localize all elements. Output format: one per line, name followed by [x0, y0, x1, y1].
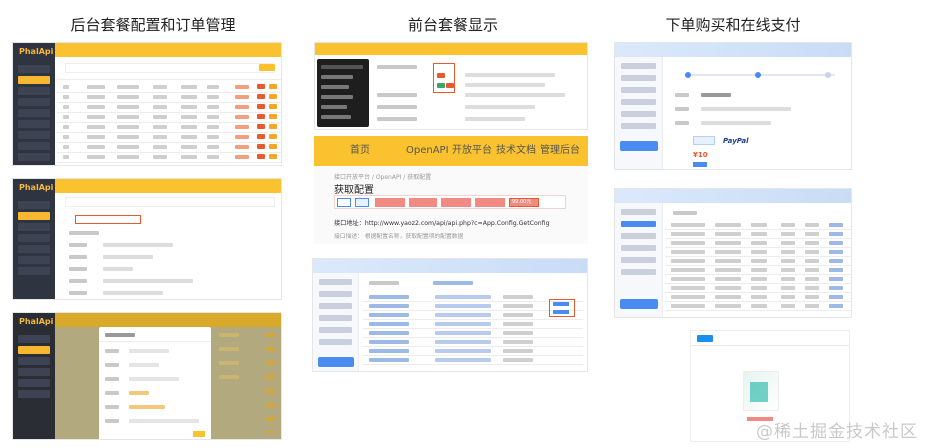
- user-center-header: [313, 259, 587, 273]
- admin-package-list-screenshot: PhalApi: [12, 42, 282, 166]
- table-row: [665, 293, 851, 302]
- front-topbar: [315, 43, 587, 55]
- table-row: [363, 338, 583, 347]
- pay-order-list-screenshot: [614, 188, 852, 318]
- front-breadcrumb: 接口开放平台 / OpenAPI / 获取配置: [334, 174, 432, 181]
- front-description: 接口描述： 根据配置名称，获取配置项的配置数据: [334, 234, 464, 240]
- row-action-button[interactable]: [269, 124, 277, 129]
- row-action-button[interactable]: [269, 94, 277, 99]
- nav-open-platform[interactable]: 开放平台: [452, 136, 492, 166]
- row-action-button[interactable]: [269, 104, 277, 109]
- table-row: [665, 302, 851, 311]
- front-package-detail-screenshot: 首页 OpenAPI 开放平台 技术文档 管理后台 接口开放平台 / OpenA…: [314, 136, 588, 244]
- column-title-pay: 下单购买和在线支付: [665, 16, 801, 34]
- table-row: [665, 266, 851, 275]
- table-row: [57, 113, 281, 123]
- row-action-button[interactable]: [257, 104, 265, 109]
- front-dark-menu: [317, 59, 369, 127]
- admin-logo-2: PhalApi: [19, 183, 54, 192]
- row-action-button[interactable]: [257, 94, 265, 99]
- row-action-button[interactable]: [257, 124, 265, 129]
- pay-amount: ¥10: [693, 151, 708, 159]
- pay-header: [615, 43, 851, 57]
- table-row: [57, 103, 281, 113]
- front-address: 接口地址：http://www.yaoz2.com/api/api.php?c=…: [334, 220, 550, 227]
- row-action-button[interactable]: [269, 134, 277, 139]
- table-row: [363, 320, 583, 329]
- row-action-button[interactable]: [269, 84, 277, 89]
- table-row: [363, 329, 583, 338]
- nav-openapi[interactable]: OpenAPI: [406, 136, 449, 166]
- table-row: [363, 347, 583, 356]
- row-action-button[interactable]: [269, 144, 277, 149]
- table-row: [57, 93, 281, 103]
- pay-order-screenshot: PayPal ¥10: [614, 42, 852, 170]
- table-row: [665, 248, 851, 257]
- table-row: [665, 284, 851, 293]
- admin-modal-screenshot: PhalApi: [12, 312, 282, 440]
- table-row: [665, 239, 851, 248]
- table-row: [665, 230, 851, 239]
- row-action-button[interactable]: [269, 114, 277, 119]
- alipay-logo: [697, 335, 713, 342]
- pay-sidebar: [615, 57, 663, 169]
- front-heading: 获取配置: [334, 185, 374, 196]
- table-row: [665, 275, 851, 284]
- admin-sidebar-2: PhalApi: [13, 179, 55, 299]
- table-row: [57, 123, 281, 133]
- alipay-option[interactable]: [693, 136, 715, 145]
- front-api-list-screenshot: [314, 42, 588, 130]
- price-tag: 99.00元: [512, 199, 532, 205]
- orders-header: [615, 189, 851, 203]
- watermark: @稀土掘金技术社区: [756, 422, 918, 442]
- nav-admin[interactable]: 管理后台: [540, 136, 580, 166]
- admin-sidebar: PhalApi: [13, 43, 55, 165]
- table-row: [665, 257, 851, 266]
- row-action-button[interactable]: [257, 114, 265, 119]
- admin-sidebar-3: PhalApi: [13, 313, 55, 439]
- user-center-sidebar: [313, 273, 359, 371]
- admin-logo: PhalApi: [19, 47, 54, 56]
- row-action-button[interactable]: [269, 154, 277, 159]
- row-action-button[interactable]: [257, 154, 265, 159]
- front-user-center-screenshot: [312, 258, 588, 372]
- table-row: [57, 153, 281, 163]
- table-row: [665, 221, 851, 230]
- orders-sidebar: [615, 203, 663, 317]
- admin-edit-form-screenshot: PhalApi: [12, 178, 282, 300]
- row-action-button[interactable]: [257, 84, 265, 89]
- table-row: [57, 143, 281, 153]
- paypal-option[interactable]: PayPal: [723, 137, 749, 145]
- nav-home[interactable]: 首页: [350, 136, 370, 166]
- qr-code: [743, 371, 779, 411]
- column-title-front: 前台套餐显示: [407, 16, 498, 34]
- column-title-admin: 后台套餐配置和订单管理: [70, 16, 236, 34]
- admin-logo-3: PhalApi: [19, 317, 54, 326]
- table-row: [363, 356, 583, 365]
- admin-modal: [99, 327, 211, 439]
- nav-tech-docs[interactable]: 技术文档: [496, 136, 536, 166]
- front-package-strip: 99.00元: [334, 195, 566, 209]
- table-row: [57, 83, 281, 93]
- row-action-button[interactable]: [257, 144, 265, 149]
- table-row: [57, 133, 281, 143]
- row-action-button[interactable]: [257, 134, 265, 139]
